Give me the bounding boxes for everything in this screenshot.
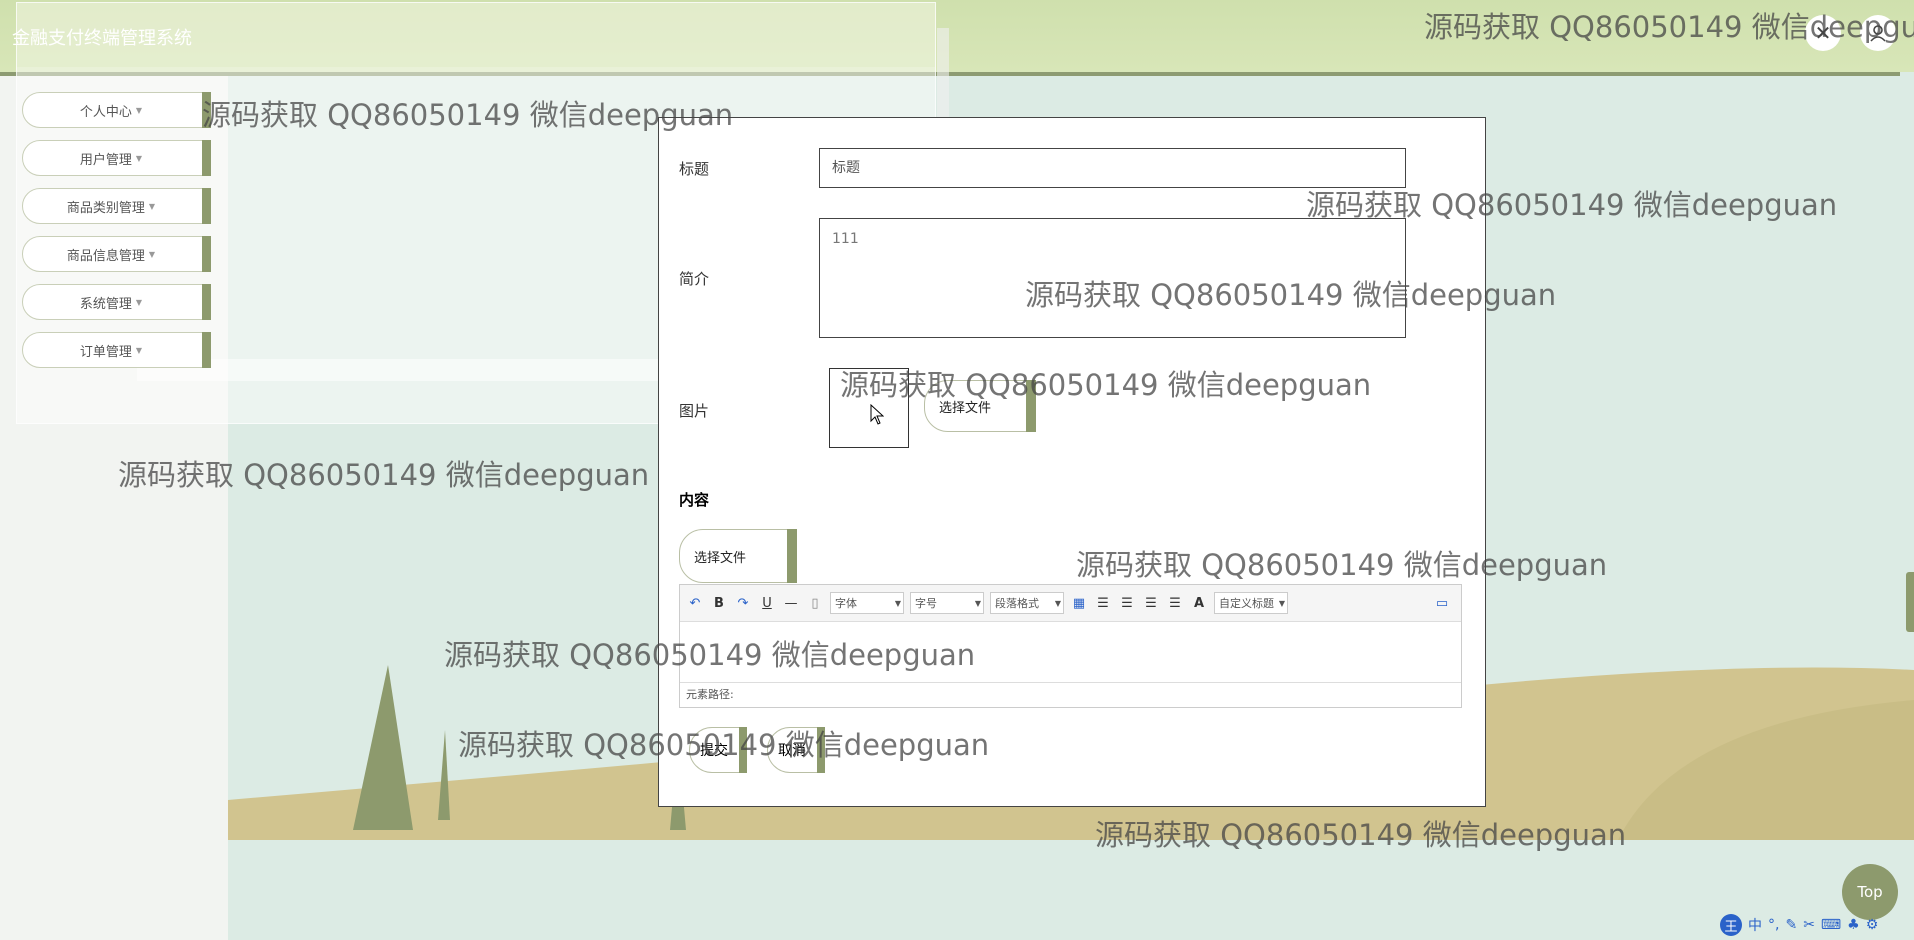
app-title: 金融支付终端管理系统 [12,28,192,49]
custom-title-select[interactable]: 自定义标题 ▼ [1214,592,1288,614]
sidebar-item-product-management[interactable]: 商品信息管理 ▼ [22,236,211,272]
content-choose-file-button[interactable]: 选择文件 [679,529,797,583]
sidebar-item-user-management[interactable]: 用户管理 ▼ [22,140,211,176]
ime-toolbar: 王 中 °, ✎ ✂ ⌨ ♣ ⚙ [1720,912,1914,938]
watermark: 源码获取 QQ86050149 微信deepguan [458,728,990,762]
chevron-down-icon: ▼ [1278,598,1285,608]
content-label: 内容 [679,491,710,509]
element-path: 元素路径: [680,682,1461,707]
chevron-down-icon: ▼ [894,598,901,608]
mouse-cursor-icon [870,404,884,425]
punctuation-icon[interactable]: °, [1768,917,1779,933]
scissors-icon[interactable]: ✂ [1803,917,1815,933]
watermark: 源码获取 QQ86050149 微信deepguan [1424,10,1914,44]
align-right-icon[interactable]: ☰ [1118,596,1136,611]
sidebar-item-personal-center[interactable]: 个人中心 ▼ [22,92,211,128]
watermark: 源码获取 QQ86050149 微信deepguan [1306,188,1838,222]
font-color-icon[interactable]: A [1190,596,1208,611]
watermark: 源码获取 QQ86050149 微信deepguan [1095,818,1627,852]
sidebar-item-label: 商品信息管理 [66,248,145,264]
ime-logo-icon[interactable]: 王 [1720,914,1742,936]
align-center-icon[interactable]: ☰ [1142,596,1160,611]
custom-title-select-value: 自定义标题 [1219,597,1274,610]
horizontal-rule-icon[interactable]: — [782,596,800,611]
ime-mode[interactable]: 中 [1748,915,1762,935]
skin-icon[interactable]: ♣ [1847,917,1860,933]
chevron-down-icon: ▼ [1054,598,1061,608]
sidebar-item-label: 订单管理 [79,344,132,360]
page-icon[interactable]: ▯ [806,596,824,611]
watermark: 源码获取 QQ86050149 微信deepguan [202,98,734,132]
sidebar-item-order-management[interactable]: 订单管理 ▼ [22,332,211,368]
chevron-down-icon: ▼ [148,249,156,259]
sidebar-item-label: 系统管理 [79,296,132,312]
tree-large [353,665,413,830]
chevron-down-icon: ▼ [135,345,143,355]
keyboard-icon[interactable]: ⌨ [1821,917,1841,933]
sidebar-item-label: 商品类别管理 [66,200,145,216]
watermark: 源码获取 QQ86050149 微信deepguan [118,458,650,492]
sidebar-item-system-management[interactable]: 系统管理 ▼ [22,284,211,320]
table-icon[interactable]: ▦ [1070,596,1088,611]
font-select-value: 字体 [835,597,857,610]
watermark: 源码获取 QQ86050149 微信deepguan [1025,278,1557,312]
chevron-down-icon: ▼ [135,297,143,307]
editor-toolbar: ↶ B ↷ U — ▯ 字体 ▼ 字号 ▼ 段落格式 ▼ ▦ ☰ ☰ ☰ ☰ A 自定… [680,585,1461,622]
font-size-select[interactable]: 字号 ▼ [910,592,984,614]
paragraph-format-select-value: 段落格式 [995,597,1039,610]
pen-icon[interactable]: ✎ [1785,917,1797,933]
sidebar-item-label: 个人中心 [79,104,132,120]
settings-gear-icon[interactable]: ⚙ [1866,917,1879,933]
paragraph-format-select[interactable]: 段落格式 ▼ [990,592,1064,614]
watermark: 源码获取 QQ86050149 微信deepguan [840,368,1372,402]
chevron-down-icon: ▼ [974,598,981,608]
underline-icon[interactable]: U [758,596,776,611]
redo-icon[interactable]: ↷ [734,596,752,611]
sidebar-item-category-management[interactable]: 商品类别管理 ▼ [22,188,211,224]
tree-small-2 [438,730,450,820]
align-justify-icon[interactable]: ☰ [1166,596,1184,611]
watermark: 源码获取 QQ86050149 微信deepguan [1076,548,1608,582]
align-left-icon[interactable]: ☰ [1094,596,1112,611]
side-edge-tab[interactable] [1906,572,1914,632]
intro-label: 简介 [679,270,710,288]
undo-icon[interactable]: ↶ [686,596,704,611]
image-label: 图片 [679,402,710,420]
chevron-down-icon: ▼ [135,105,143,115]
sidebar-item-label: 用户管理 [79,152,132,168]
choose-file-label: 选择文件 [694,550,747,566]
title-label: 标题 [679,160,710,178]
fullscreen-icon[interactable]: ▭ [1433,596,1451,611]
font-select[interactable]: 字体 ▼ [830,592,904,614]
chevron-down-icon: ▼ [148,201,156,211]
faint-row [137,359,737,381]
font-size-select-value: 字号 [915,597,937,610]
chevron-down-icon: ▼ [135,153,143,163]
bold-icon[interactable]: B [710,596,728,611]
watermark: 源码获取 QQ86050149 微信deepguan [444,638,976,672]
